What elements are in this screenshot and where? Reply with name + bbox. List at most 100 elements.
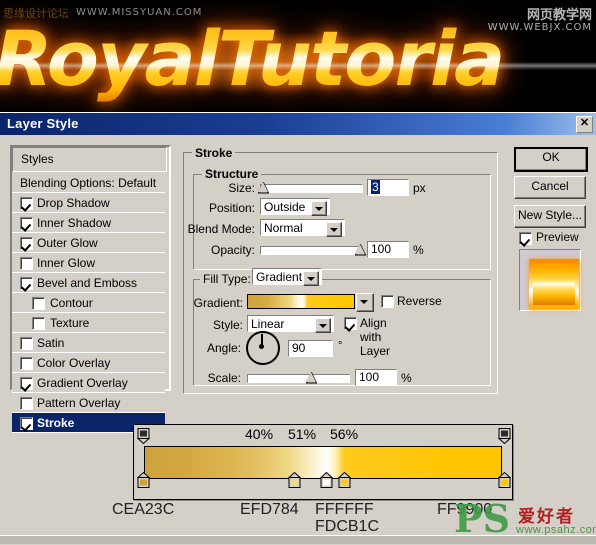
sidebar-item-contour[interactable]: Contour [12,293,165,313]
sidebar-item-label: Gradient Overlay [37,376,128,390]
cancel-button[interactable]: Cancel [514,176,586,199]
align-with-layer-checkbox[interactable] [344,317,357,330]
opacity-slider-thumb[interactable] [355,244,366,256]
checkbox[interactable] [20,257,33,270]
angle-label: Angle: [206,341,241,355]
style-label: Style: [212,318,243,332]
watermark-bottom: PS 爱好者 www.psahz.com [444,496,596,541]
sidebar-item-label: Satin [37,336,65,350]
sidebar-item-satin[interactable]: Satin [12,333,165,353]
position-value: Outside [264,200,306,214]
checkbox[interactable] [20,377,33,390]
sidebar-item-inner-shadow[interactable]: Inner Shadow [12,213,165,233]
scale-slider-thumb[interactable] [306,372,317,384]
styles-list-header: Styles [12,147,167,172]
checkbox[interactable] [20,337,33,350]
opacity-input[interactable]: 100 [367,241,409,258]
checkbox[interactable] [20,217,33,230]
ok-button[interactable]: OK [514,147,588,172]
scale-input[interactable]: 100 [355,369,397,386]
banner-headline: RoyalTutoria [0,14,505,103]
sidebar-item-drop-shadow[interactable]: Drop Shadow [12,193,165,213]
opacity-value: 100 [371,242,392,256]
checkbox[interactable] [20,417,33,430]
watermark-top-right-url: WWW.WEBJX.COM [487,22,592,33]
blend-mode-select[interactable]: Normal [260,219,345,237]
align-with-layer-label: Align with Layer [360,316,391,358]
opacity-slider-track[interactable] [260,246,363,255]
opacity-label: Opacity: [210,243,255,257]
sidebar-item-label: Stroke [37,416,75,430]
color-stop-handle[interactable] [136,471,151,488]
gradient-color-hex-label: CEA23C [112,501,175,518]
angle-unit-label: ° [338,340,343,352]
blending-options-label: Blending Options: Default [20,176,157,190]
watermark-top-left-cn: 思缘设计论坛 [3,7,69,20]
gradient-stop-percent: 56% [330,426,359,442]
opacity-unit-label: % [413,243,424,257]
reverse-checkbox[interactable] [381,295,394,308]
chevron-down-icon[interactable] [311,201,327,216]
tutorial-banner: RoyalTutoria 思缘设计论坛 WWW.MISSYUAN.COM 网页教… [0,0,596,112]
size-label: Size: [228,181,255,195]
sidebar-item-outer-glow[interactable]: Outer Glow [12,233,165,253]
color-stop-handle[interactable] [287,471,302,488]
scale-label: Scale: [207,371,241,385]
opacity-stop-handle[interactable] [136,428,151,445]
gradient-swatch[interactable] [247,294,355,309]
styles-header-label: Styles [21,152,54,166]
chevron-down-icon[interactable] [326,222,342,237]
new-style-button[interactable]: New Style... [514,205,586,228]
sidebar-item-label: Pattern Overlay [37,396,121,410]
sidebar-item-blending-options[interactable]: Blending Options: Default [12,173,165,193]
gradient-color-hex-label: FDCB1C [315,518,380,535]
sidebar-item-pattern-overlay[interactable]: Pattern Overlay [12,393,165,413]
gradient-picker-chevron-icon[interactable] [356,293,374,312]
checkbox[interactable] [20,357,33,370]
gradient-style-select[interactable]: Linear [247,315,334,333]
sidebar-item-texture[interactable]: Texture [12,313,165,333]
position-label: Position: [208,201,255,215]
style-preview-box [519,249,581,311]
checkbox[interactable] [20,197,33,210]
position-select[interactable]: Outside [260,198,330,216]
angle-input[interactable]: 90 [288,340,333,357]
gradient-stop-percent: 40% [245,426,274,442]
sidebar-item-color-overlay[interactable]: Color Overlay [12,353,165,373]
angle-dial-hub [259,344,264,349]
gradient-stop-percent: 51% [288,426,317,442]
chevron-down-icon[interactable] [303,271,319,286]
close-icon[interactable]: ✕ [576,116,593,133]
structure-group-title: Structure [202,167,262,181]
sidebar-item-bevel-and-emboss[interactable]: Bevel and Emboss [12,273,165,293]
scale-slider-track[interactable] [247,374,350,383]
size-slider-track[interactable] [260,184,363,193]
dialog-title: Layer Style [7,116,79,131]
checkbox[interactable] [20,397,33,410]
gradient-label: Gradient: [193,296,243,310]
fill-type-select[interactable]: Gradient [252,268,322,286]
size-value: 3 [371,180,380,194]
color-stop-handle[interactable] [337,471,352,488]
sidebar-item-gradient-overlay[interactable]: Gradient Overlay [12,373,165,393]
sidebar-item-label: Inner Glow [37,256,96,270]
size-slider-thumb[interactable] [258,182,269,194]
dialog-titlebar[interactable]: Layer Style ✕ [0,113,596,135]
scale-unit-label: % [401,371,412,385]
color-stop-handle[interactable] [497,471,512,488]
checkbox[interactable] [20,277,33,290]
gradient-color-hex-label: EFD784 [240,501,299,518]
sidebar-item-inner-glow[interactable]: Inner Glow [12,253,165,273]
checkbox[interactable] [32,317,45,330]
checkbox[interactable] [20,237,33,250]
checkbox[interactable] [32,297,45,310]
sidebar-item-label: Texture [50,316,90,330]
opacity-stop-handle[interactable] [497,428,512,445]
angle-dial[interactable] [246,331,280,365]
sidebar-item-label: Drop Shadow [37,196,110,210]
chevron-down-icon[interactable] [315,318,331,333]
preview-checkbox[interactable] [519,232,532,245]
color-stop-handle[interactable] [319,471,334,488]
gradient-style-value: Linear [251,317,285,331]
size-input[interactable]: 3 [367,179,409,196]
